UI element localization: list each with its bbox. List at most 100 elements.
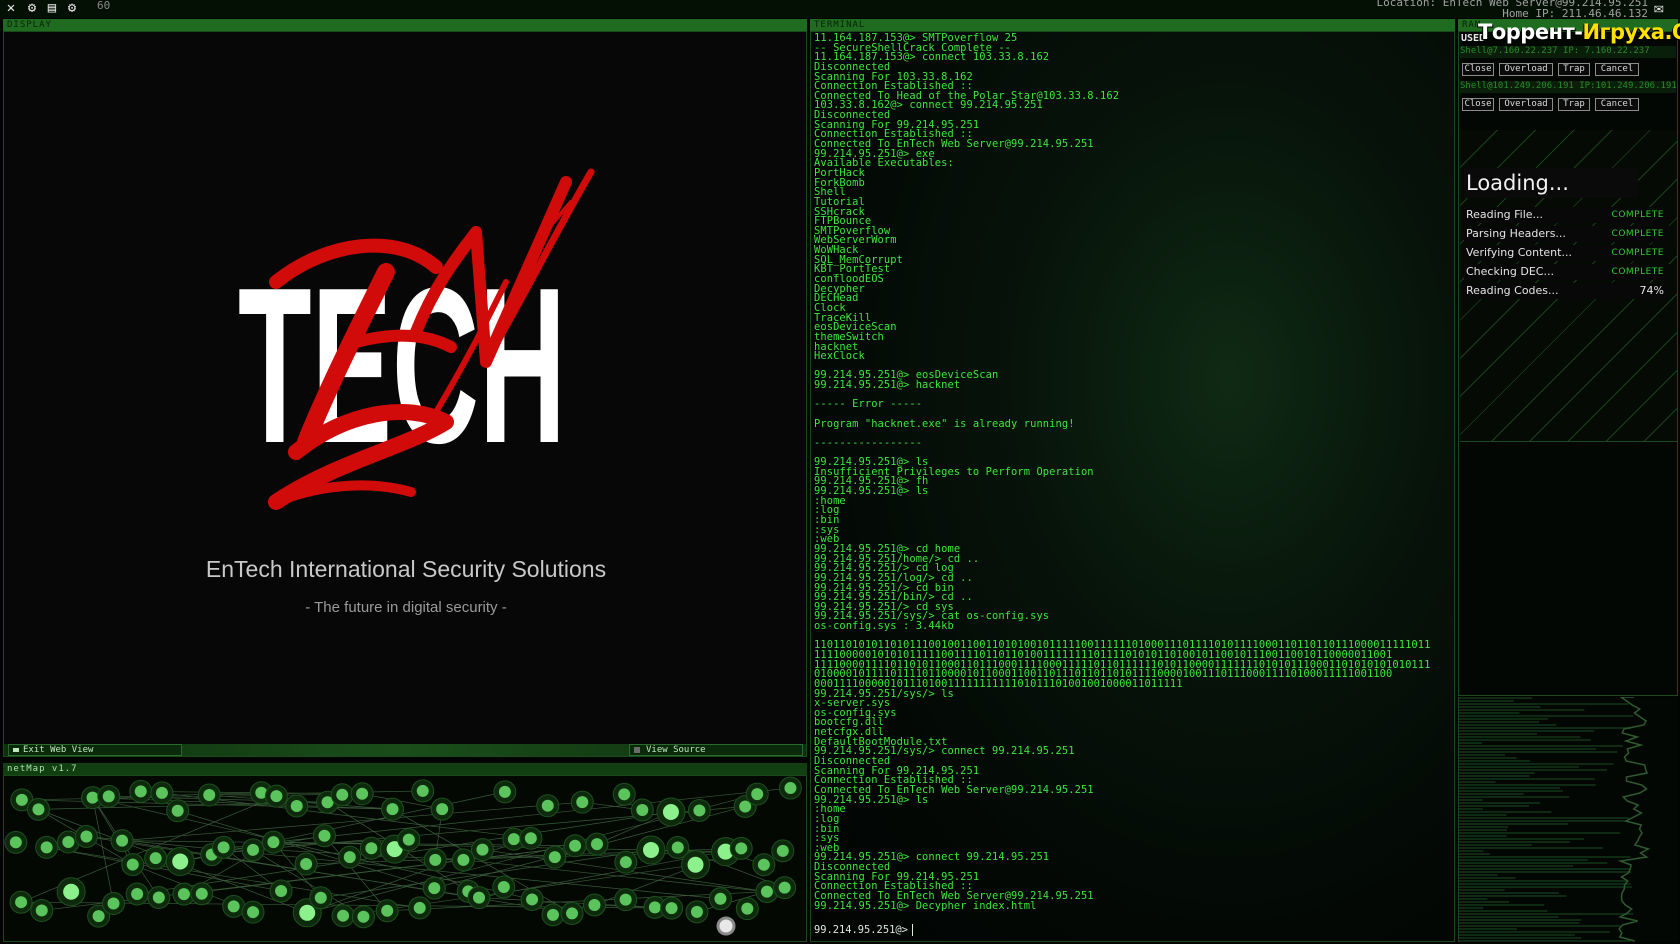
netmap-node[interactable] — [619, 856, 632, 869]
netmap-node[interactable] — [40, 841, 53, 854]
netmap-node[interactable] — [547, 908, 560, 921]
netmap-node[interactable] — [619, 893, 632, 906]
netmap-node[interactable] — [402, 833, 415, 846]
trap-button[interactable]: Trap — [1558, 63, 1590, 76]
netmap-node[interactable] — [524, 832, 537, 845]
netmap-node[interactable] — [416, 784, 429, 797]
exit-web-view-button[interactable]: Exit Web View — [8, 744, 182, 756]
netmap-node[interactable] — [177, 888, 190, 901]
netmap-node[interactable] — [566, 907, 579, 920]
netmap-node[interactable] — [751, 788, 764, 801]
terminal-prompt[interactable]: 99.214.95.251@> — [814, 924, 913, 936]
netmap-node[interactable] — [476, 843, 489, 856]
cancel-button[interactable]: Cancel — [1595, 63, 1639, 76]
netmap-node[interactable] — [134, 785, 147, 798]
cancel-button[interactable]: Cancel — [1595, 98, 1639, 111]
netmap-node[interactable] — [270, 790, 283, 803]
netmap-node[interactable] — [648, 901, 661, 914]
netmap-node[interactable] — [149, 852, 162, 865]
netmap-node[interactable] — [171, 804, 184, 817]
netmap-node[interactable] — [300, 858, 313, 871]
netmap-node[interactable] — [275, 884, 288, 897]
save-icon[interactable]: ▤ — [43, 0, 61, 16]
netmap-node[interactable] — [356, 787, 369, 800]
netmap-node[interactable] — [618, 788, 631, 801]
netmap-node[interactable] — [436, 803, 449, 816]
netmap-node[interactable] — [662, 804, 679, 821]
netmap-node[interactable] — [548, 851, 561, 864]
netmap-node[interactable] — [247, 843, 260, 856]
netmap-node[interactable] — [107, 897, 120, 910]
mail-icon[interactable]: ✉ — [1654, 0, 1676, 16]
netmap-node[interactable] — [473, 891, 486, 904]
netmap-node[interactable] — [735, 842, 748, 855]
netmap-node[interactable] — [576, 796, 589, 809]
netmap-node[interactable] — [314, 891, 327, 904]
netmap-node[interactable] — [365, 842, 378, 855]
netmap-node[interactable] — [457, 853, 470, 866]
terminal-panel[interactable]: 11.164.187.153@> SMTPoverflow 25 -- Secur… — [810, 31, 1455, 942]
netmap-node[interactable] — [336, 788, 349, 801]
netmap-node[interactable] — [63, 883, 80, 900]
netmap-node[interactable] — [32, 803, 45, 816]
netmap-node[interactable] — [343, 851, 356, 864]
netmap-node[interactable] — [126, 858, 139, 871]
netmap-node[interactable] — [195, 887, 208, 900]
close-button[interactable]: Close — [1462, 98, 1494, 111]
netmap-node[interactable] — [588, 899, 601, 912]
netmap-node[interactable] — [778, 881, 791, 894]
netmap-node[interactable] — [714, 892, 727, 905]
netmap-node[interactable] — [784, 782, 797, 795]
netmap-node[interactable] — [636, 803, 649, 816]
netmap-node[interactable] — [429, 853, 442, 866]
netmap-node[interactable] — [116, 834, 129, 847]
netmap-node[interactable] — [642, 841, 659, 858]
netmap-node[interactable] — [428, 882, 441, 895]
netmap-node[interactable] — [318, 829, 331, 842]
netmap-node[interactable] — [299, 904, 316, 921]
netmap-node[interactable] — [337, 909, 350, 922]
netmap-node[interactable] — [102, 790, 115, 803]
home-node[interactable] — [716, 916, 736, 936]
netmap-node[interactable] — [15, 793, 28, 806]
netmap-node[interactable] — [267, 836, 280, 849]
netmap-node[interactable] — [757, 858, 770, 871]
netmap-node[interactable] — [569, 839, 582, 852]
netmap-node[interactable] — [590, 838, 603, 851]
gear-icon[interactable]: ⚙ — [23, 0, 41, 16]
netmap-node[interactable] — [693, 804, 706, 817]
netmap-node[interactable] — [497, 881, 510, 894]
netmap-node[interactable] — [290, 799, 303, 812]
overload-button[interactable]: Overload — [1499, 63, 1553, 76]
trap-button[interactable]: Trap — [1558, 98, 1590, 111]
netmap-node[interactable] — [381, 904, 394, 917]
overload-button[interactable]: Overload — [1499, 98, 1553, 111]
netmap-node[interactable] — [760, 885, 773, 898]
netmap-node[interactable] — [15, 896, 28, 909]
netmap-node[interactable] — [9, 836, 22, 849]
close-icon[interactable]: ✕ — [2, 0, 20, 16]
netmap-node[interactable] — [203, 789, 216, 802]
netmap-node[interactable] — [62, 836, 75, 849]
view-source-button[interactable]: View Source — [629, 744, 803, 756]
netmap-node[interactable] — [227, 900, 240, 913]
netmap-node[interactable] — [498, 785, 511, 798]
netmap-node[interactable] — [172, 853, 189, 870]
netmap-node[interactable] — [507, 833, 520, 846]
netmap-node[interactable] — [690, 905, 703, 918]
close-button[interactable]: Close — [1462, 63, 1494, 76]
netmap-node[interactable] — [92, 910, 105, 923]
netmap-node[interactable] — [413, 901, 426, 914]
netmap-node[interactable] — [35, 904, 48, 917]
netmap-node[interactable] — [526, 893, 539, 906]
netmap-node[interactable] — [741, 902, 754, 915]
netmap-node[interactable] — [247, 906, 260, 919]
settings-icon[interactable]: ⚙ — [63, 0, 81, 16]
netmap-node[interactable] — [541, 799, 554, 812]
netmap-node[interactable] — [217, 841, 230, 854]
netmap-node[interactable] — [776, 844, 789, 857]
netmap-node[interactable] — [131, 887, 144, 900]
netmap-node[interactable] — [152, 891, 165, 904]
netmap-node[interactable] — [86, 791, 99, 804]
netmap-node[interactable] — [665, 902, 678, 915]
